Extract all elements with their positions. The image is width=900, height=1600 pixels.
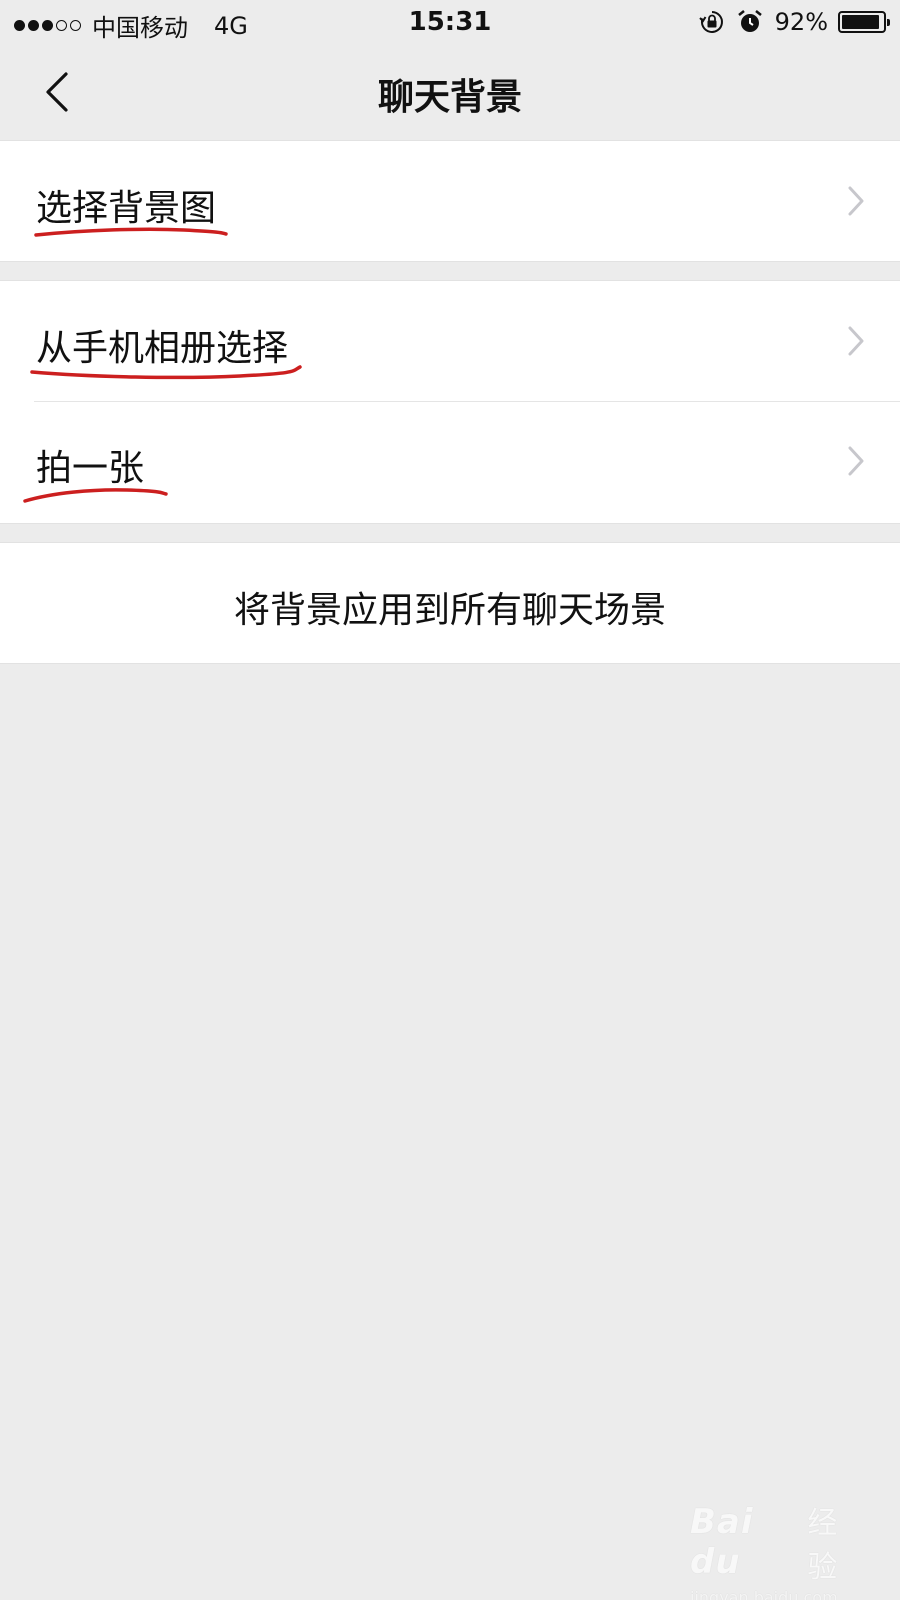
watermark-cn: 经验	[807, 1506, 838, 1585]
battery-percent: 92%	[774, 8, 828, 36]
rotation-lock-icon	[698, 9, 725, 35]
choose-from-album-row[interactable]: 从手机相册选择	[0, 281, 900, 401]
chevron-right-icon	[848, 186, 864, 216]
chat-background-screen: 中国移动 4G 15:31 92% 聊天背景 选择背景图 从手机相册选择 拍一张…	[0, 0, 900, 1600]
chevron-right-icon	[848, 326, 864, 356]
battery-icon	[838, 11, 890, 33]
chevron-right-icon	[848, 446, 864, 476]
photo-source-group: 从手机相册选择 拍一张	[0, 280, 900, 524]
watermark-url: jingyan.baidu.com	[690, 1588, 838, 1600]
row-label: 拍一张	[36, 448, 145, 489]
baidu-jingyan-watermark: Bai du 经验 jingyan.baidu.com	[690, 1498, 860, 1600]
select-background-image-row[interactable]: 选择背景图	[0, 141, 900, 261]
watermark-logo: Bai du	[690, 1502, 754, 1582]
status-bar: 中国移动 4G 15:31 92%	[0, 0, 900, 46]
page-title: 聊天背景	[377, 77, 522, 118]
row-label: 从手机相册选择	[36, 328, 289, 369]
alarm-icon	[737, 9, 763, 35]
battery-fill	[842, 15, 879, 29]
apply-all-group: 将背景应用到所有聊天场景	[0, 542, 900, 664]
take-photo-row[interactable]: 拍一张	[0, 401, 900, 521]
apply-to-all-chats-button[interactable]: 将背景应用到所有聊天场景	[0, 543, 900, 663]
background-picker-group: 选择背景图	[0, 140, 900, 262]
navigation-bar: 聊天背景	[0, 46, 900, 140]
row-label: 选择背景图	[36, 188, 217, 229]
apply-to-all-label: 将背景应用到所有聊天场景	[233, 590, 666, 631]
